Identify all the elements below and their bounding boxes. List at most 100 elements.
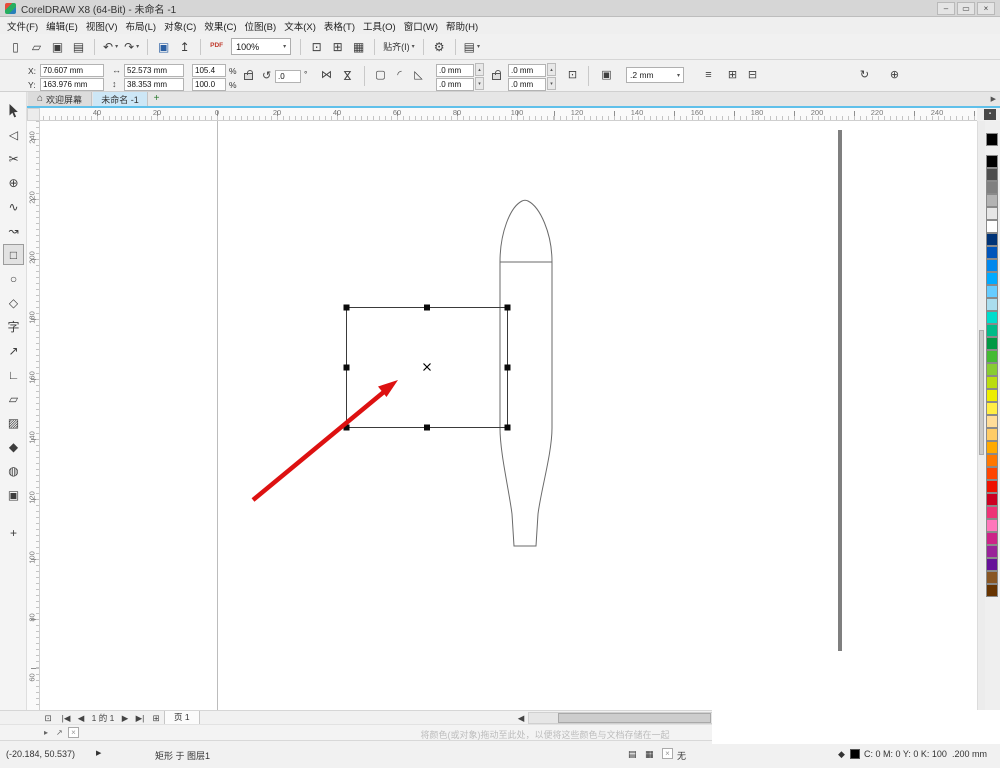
quick-customize-button[interactable]: ⊕ bbox=[886, 67, 903, 84]
selection-handle[interactable] bbox=[343, 364, 350, 371]
corner-radius-top-left-field[interactable]: .0 mm bbox=[436, 64, 474, 77]
corner-right-spinner[interactable]: ▴ ▾ bbox=[547, 63, 556, 90]
artistic-media-tool[interactable]: ↝ bbox=[3, 220, 24, 241]
object-width-field[interactable]: 52.573 mm bbox=[124, 64, 184, 77]
new-document-tab-button[interactable]: + bbox=[150, 93, 163, 105]
spinner-up-icon[interactable]: ▴ bbox=[547, 63, 556, 76]
scalloped-corner-button[interactable]: ◜ bbox=[391, 67, 408, 84]
edit-corners-together-toggle[interactable] bbox=[492, 70, 501, 80]
maximize-button[interactable]: ▭ bbox=[957, 1, 975, 15]
wrap-text-dropdown[interactable]: ▣ bbox=[598, 67, 615, 84]
close-button[interactable]: × bbox=[977, 1, 995, 15]
mirror-vertical-button[interactable]: ⋈ bbox=[338, 67, 355, 84]
color-swatch[interactable] bbox=[986, 454, 998, 467]
menu-item[interactable]: 布局(L) bbox=[121, 19, 160, 33]
spinner-up-icon[interactable]: ▴ bbox=[475, 63, 484, 76]
first-page-button[interactable]: |◀ bbox=[58, 712, 74, 724]
document-color-settings-icon[interactable]: ▤ bbox=[628, 749, 637, 760]
menu-item[interactable]: 帮助(H) bbox=[442, 19, 482, 33]
tab-untitled-1[interactable]: 未命名 -1 bbox=[93, 92, 148, 106]
publish-pdf-button[interactable]: PDF bbox=[207, 37, 226, 57]
interactive-fill-tool[interactable]: ◍ bbox=[3, 460, 24, 481]
menu-item[interactable]: 文本(X) bbox=[280, 19, 320, 33]
palette-eyedropper-icon[interactable]: ↗ bbox=[56, 728, 63, 737]
launch-dropdown[interactable]: ▤ ▾ bbox=[462, 37, 482, 57]
color-swatch[interactable] bbox=[986, 311, 998, 324]
freehand-tool[interactable]: ∿ bbox=[3, 196, 24, 217]
parallel-dimension-tool[interactable]: ↗ bbox=[3, 340, 24, 361]
color-swatch[interactable] bbox=[986, 285, 998, 298]
color-swatch[interactable] bbox=[986, 415, 998, 428]
selection-handle[interactable] bbox=[504, 304, 511, 311]
rectangle-tool[interactable]: □ bbox=[3, 244, 24, 265]
corner-left-spinner[interactable]: ▴ ▾ bbox=[475, 63, 484, 90]
tab-welcome-screen[interactable]: ⌂ 欢迎屏幕 bbox=[28, 92, 92, 106]
horizontal-scrollbar-thumb[interactable] bbox=[558, 713, 711, 723]
color-swatch[interactable] bbox=[986, 233, 998, 246]
page-tab-1[interactable]: 页 1 bbox=[164, 711, 200, 725]
color-swatch[interactable] bbox=[986, 194, 998, 207]
last-page-button[interactable]: ▶| bbox=[132, 712, 148, 724]
color-swatch[interactable] bbox=[986, 441, 998, 454]
menu-item[interactable]: 表格(T) bbox=[320, 19, 359, 33]
y-position-field[interactable]: 163.976 mm bbox=[40, 78, 104, 91]
text-align-button[interactable]: ≡ bbox=[700, 67, 717, 84]
minimize-button[interactable]: – bbox=[937, 1, 955, 15]
menu-item[interactable]: 工具(O) bbox=[359, 19, 400, 33]
connector-tool[interactable]: ∟ bbox=[3, 364, 24, 385]
object-details-button[interactable]: ▶ bbox=[96, 749, 101, 757]
shape-tool[interactable]: ◁ bbox=[3, 124, 24, 145]
color-swatch[interactable] bbox=[986, 350, 998, 363]
color-swatch[interactable] bbox=[986, 571, 998, 584]
fullscreen-preview-button[interactable]: ⊡ bbox=[307, 37, 326, 57]
open-document-button[interactable]: ▱ bbox=[27, 37, 46, 57]
spinner-down-icon[interactable]: ▾ bbox=[547, 77, 556, 90]
color-swatch[interactable] bbox=[986, 246, 998, 259]
relative-corner-scaling-toggle[interactable]: ⊡ bbox=[564, 67, 581, 84]
color-swatch[interactable] bbox=[986, 428, 998, 441]
color-swatch[interactable] bbox=[986, 584, 998, 597]
color-swatch[interactable] bbox=[986, 272, 998, 285]
color-swatch[interactable] bbox=[986, 207, 998, 220]
show-grid-button[interactable]: ▦ bbox=[349, 37, 368, 57]
x-position-field[interactable]: 70.607 mm bbox=[40, 64, 104, 77]
selection-handle[interactable] bbox=[424, 424, 430, 431]
drawing-canvas[interactable] bbox=[40, 121, 977, 710]
color-swatch[interactable] bbox=[986, 181, 998, 194]
color-swatch[interactable] bbox=[986, 532, 998, 545]
ellipse-tool[interactable]: ○ bbox=[3, 268, 24, 289]
pick-tool[interactable] bbox=[3, 100, 24, 121]
color-eyedropper-tool[interactable]: ◆ bbox=[3, 436, 24, 457]
corner-radius-bottom-right-field[interactable]: .0 mm bbox=[508, 78, 546, 91]
palette-top-swatch[interactable] bbox=[986, 133, 998, 146]
options-button[interactable]: ⚙ bbox=[430, 37, 449, 57]
color-swatch[interactable] bbox=[986, 467, 998, 480]
drop-shadow-tool[interactable]: ▱ bbox=[3, 388, 24, 409]
corner-radius-top-right-field[interactable]: .0 mm bbox=[508, 64, 546, 77]
crop-tool[interactable]: ✂ bbox=[3, 148, 24, 169]
print-button[interactable]: ▤ bbox=[69, 37, 88, 57]
tab-scroll-right-icon[interactable]: ▶ bbox=[991, 95, 996, 103]
color-swatch[interactable] bbox=[986, 493, 998, 506]
color-swatch[interactable] bbox=[986, 389, 998, 402]
color-swatch[interactable] bbox=[986, 402, 998, 415]
color-swatch[interactable] bbox=[986, 324, 998, 337]
color-swatch[interactable] bbox=[986, 558, 998, 571]
menu-item[interactable]: 对象(C) bbox=[160, 19, 200, 33]
selection-handle[interactable] bbox=[424, 304, 430, 311]
color-swatch[interactable] bbox=[986, 519, 998, 532]
redo-button[interactable]: ↷ ▾ bbox=[122, 37, 141, 57]
customize-toolbox-button[interactable]: + bbox=[3, 522, 24, 543]
color-swatch[interactable] bbox=[986, 168, 998, 181]
corner-radius-bottom-left-field[interactable]: .0 mm bbox=[436, 78, 474, 91]
color-swatch[interactable] bbox=[986, 298, 998, 311]
menu-item[interactable]: 位图(B) bbox=[241, 19, 281, 33]
scale-width-field[interactable]: 105.4 bbox=[192, 64, 226, 77]
previous-page-button[interactable]: ◀ bbox=[76, 712, 86, 724]
color-swatch[interactable] bbox=[986, 259, 998, 272]
color-swatch[interactable] bbox=[986, 376, 998, 389]
undo-button[interactable]: ↶ ▾ bbox=[101, 37, 120, 57]
lock-ratio-toggle[interactable] bbox=[244, 70, 253, 80]
order-to-back-button[interactable]: ⊟ bbox=[744, 67, 761, 84]
color-swatch[interactable] bbox=[986, 363, 998, 376]
